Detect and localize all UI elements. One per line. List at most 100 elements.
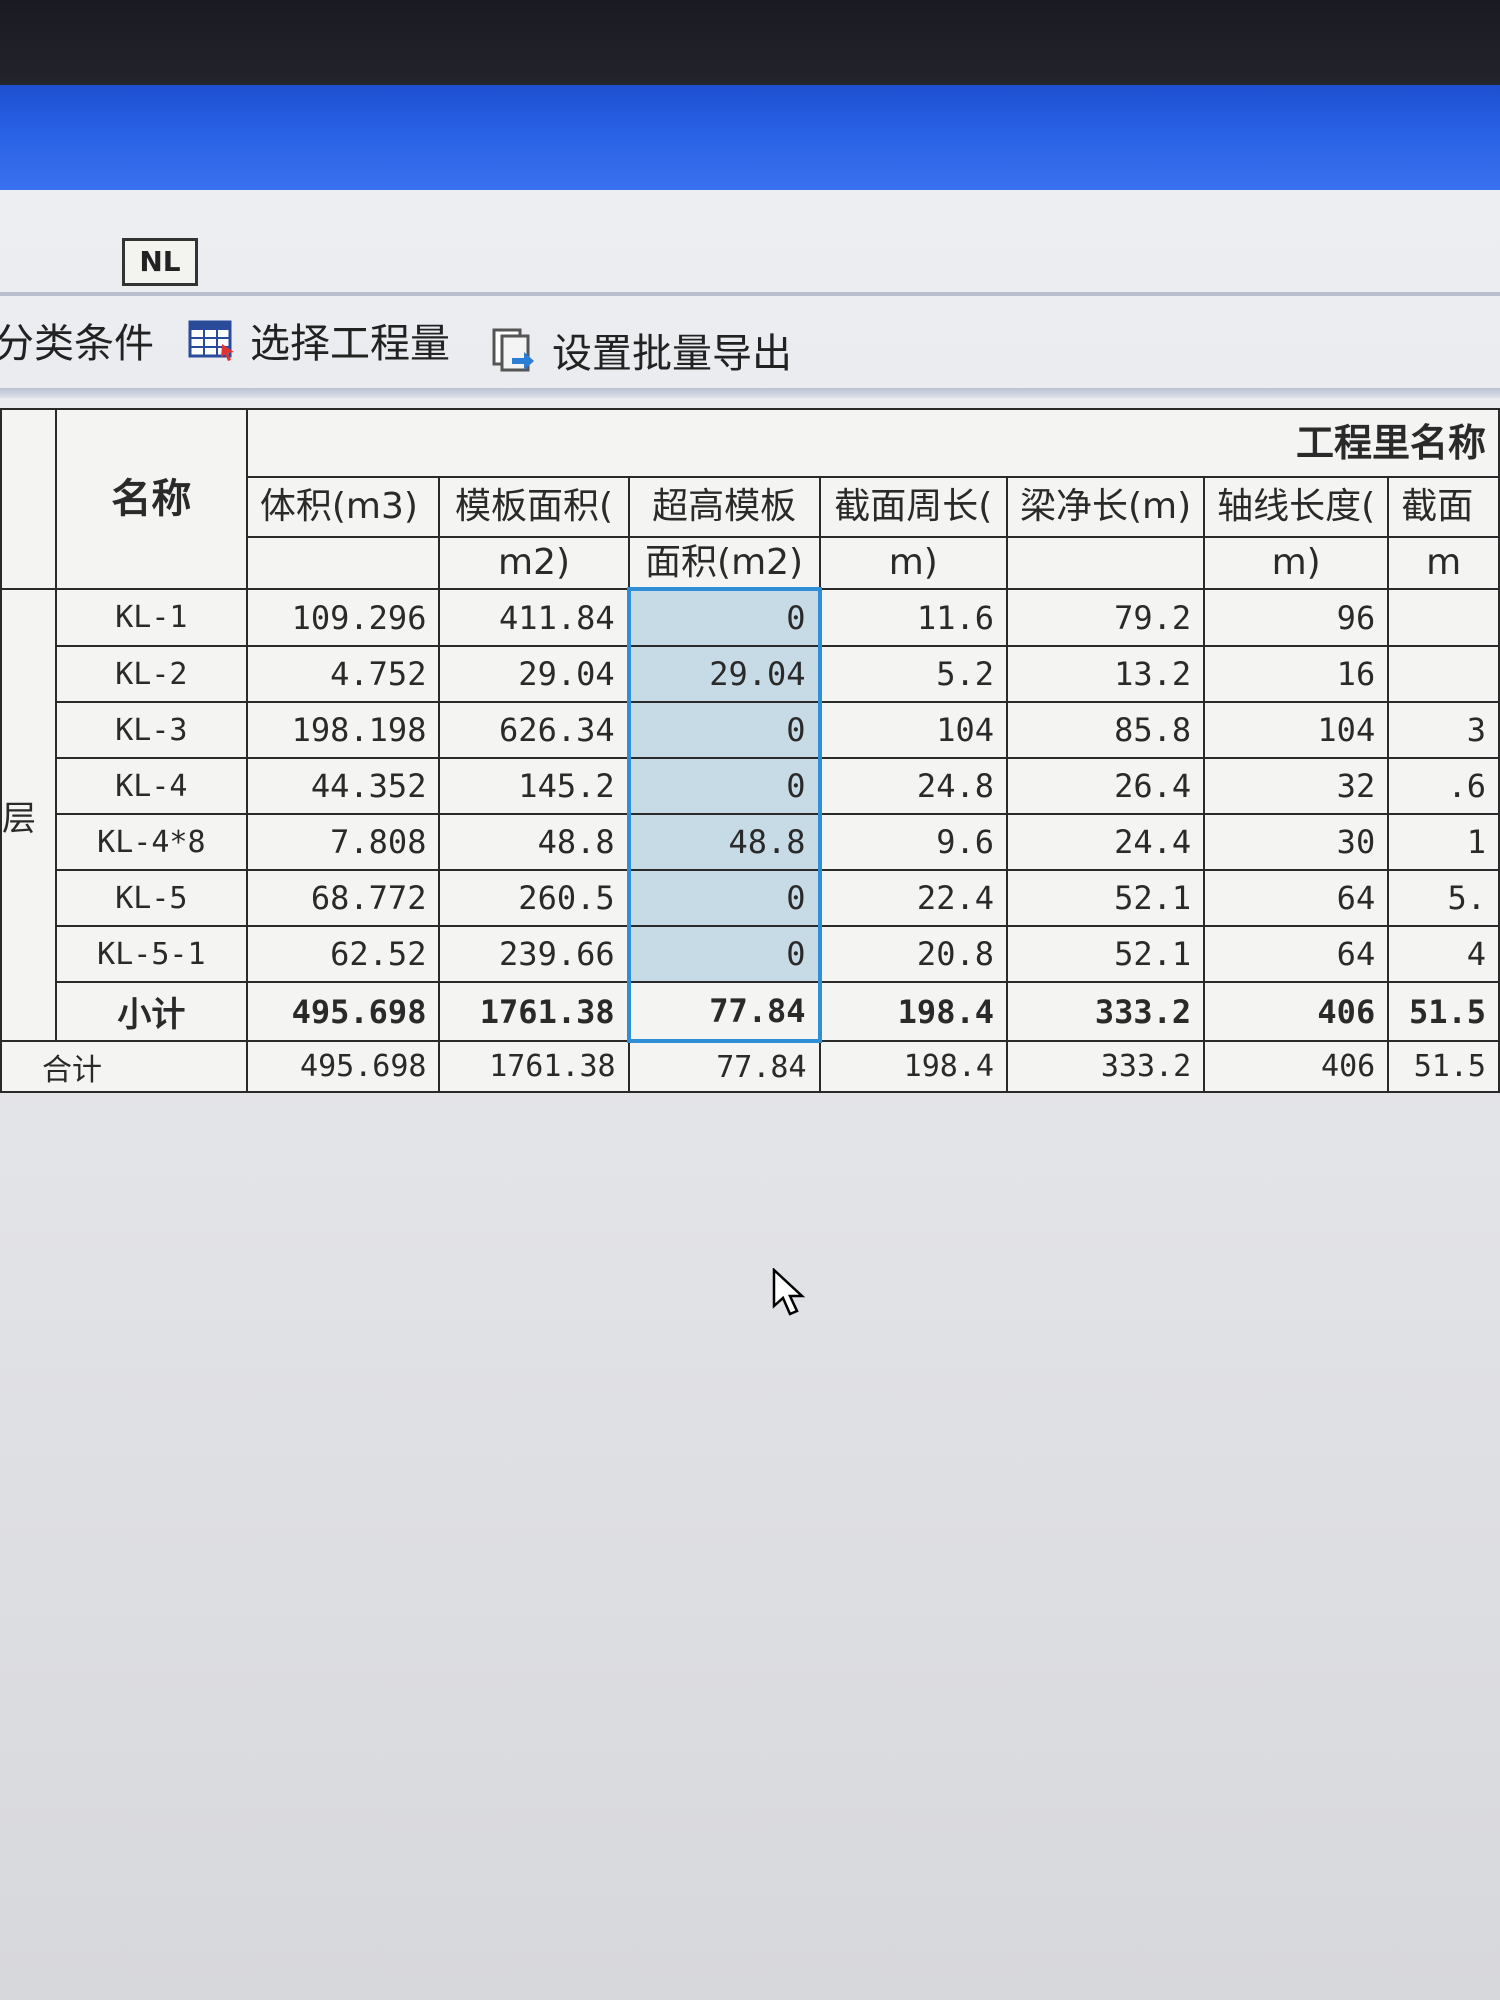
cell-axis-length[interactable]: 30 xyxy=(1203,813,1390,871)
subtotal-row[interactable]: 小计 495.698 1761.38 77.84 198.4 333.2 406… xyxy=(1,981,1500,1043)
cell-beam-net-length[interactable]: 26.4 xyxy=(1005,757,1206,815)
cell-axis-length[interactable]: 32 xyxy=(1203,757,1390,815)
cell-section[interactable]: 4 xyxy=(1387,925,1500,983)
cell-formwork-area[interactable]: 29.04 xyxy=(438,645,630,703)
table-row[interactable]: KL-4*8 7.808 48.8 48.8 9.6 24.4 30 1 xyxy=(1,813,1500,871)
cell-formwork-area[interactable]: 626.34 xyxy=(438,701,630,759)
cell-section[interactable]: 5. xyxy=(1387,869,1500,927)
total-section[interactable]: 51.5 xyxy=(1387,1040,1500,1093)
row-name[interactable]: KL-1 xyxy=(54,588,248,647)
cell-section[interactable]: 3 xyxy=(1387,701,1500,759)
cell-formwork-area[interactable]: 411.84 xyxy=(438,588,630,647)
cell-axis-length[interactable]: 96 xyxy=(1203,588,1390,647)
cell-beam-net-length[interactable]: 79.2 xyxy=(1005,588,1206,647)
window-title-bar[interactable] xyxy=(0,85,1500,195)
subtotal-beam-net-length[interactable]: 333.2 xyxy=(1005,981,1206,1042)
subtotal-formwork-area[interactable]: 1761.38 xyxy=(438,981,630,1042)
cell-beam-net-length[interactable]: 13.2 xyxy=(1005,645,1206,703)
cell-section-perimeter[interactable]: 104 xyxy=(818,701,1008,759)
total-formwork-area[interactable]: 1761.38 xyxy=(438,1040,630,1093)
col-header-axis-length[interactable]: 轴线长度( xyxy=(1203,476,1390,538)
table-row[interactable]: KL-2 4.752 29.04 29.04 5.2 13.2 16 xyxy=(1,645,1500,703)
cell-high-formwork-area[interactable]: 0 xyxy=(626,587,822,647)
col-header-high-formwork-area[interactable]: 超高模板 xyxy=(627,476,821,538)
table-row[interactable]: 层 KL-1 109.296 411.84 0 11.6 79.2 96 xyxy=(0,587,1500,1042)
table-row[interactable]: KL-5-1 62.52 239.66 0 20.8 52.1 64 4 xyxy=(1,925,1500,983)
subtotal-axis-length[interactable]: 406 xyxy=(1203,981,1390,1042)
screen: NL 分类条件 选择工程量 设置批量导出 名称 工程里名称 体积(m3) 模板面… xyxy=(0,0,1500,2000)
total-row[interactable]: 合计 495.698 1761.38 77.84 198.4 333.2 406… xyxy=(0,1040,1500,1093)
nl-badge[interactable]: NL xyxy=(122,238,198,286)
cell-section[interactable]: 1 xyxy=(1387,813,1500,871)
quantity-table: 名称 工程里名称 体积(m3) 模板面积( 超高模板 截面周长( 梁净长(m) … xyxy=(0,408,1500,1093)
classify-conditions-button[interactable]: 分类条件 xyxy=(0,312,154,368)
cell-volume[interactable]: 7.808 xyxy=(245,813,441,871)
name-header[interactable]: 名称 xyxy=(54,408,248,590)
quantity-name-group-header: 工程里名称 xyxy=(245,408,1500,478)
col-header-volume-line2 xyxy=(245,536,441,590)
cell-volume[interactable]: 62.52 xyxy=(245,925,441,983)
cell-section-perimeter[interactable]: 5.2 xyxy=(818,645,1008,703)
cell-high-formwork-area[interactable]: 0 xyxy=(626,869,822,927)
row-name[interactable]: KL-4 xyxy=(54,757,248,815)
subtotal-section-perimeter[interactable]: 198.4 xyxy=(818,981,1008,1042)
toolbar: 分类条件 选择工程量 设置批量导出 xyxy=(0,308,1500,377)
cell-high-formwork-area[interactable]: 0 xyxy=(626,701,822,759)
total-high-formwork-area[interactable]: 77.84 xyxy=(627,1040,821,1093)
subtotal-section[interactable]: 51.5 xyxy=(1387,981,1500,1042)
cell-high-formwork-area[interactable]: 48.8 xyxy=(626,813,822,871)
cell-section[interactable] xyxy=(1387,588,1500,647)
cell-beam-net-length[interactable]: 85.8 xyxy=(1005,701,1206,759)
cell-section[interactable] xyxy=(1387,645,1500,703)
row-name[interactable]: KL-5-1 xyxy=(54,925,248,983)
col-header-volume[interactable]: 体积(m3) xyxy=(245,476,441,538)
cell-volume[interactable]: 68.772 xyxy=(245,869,441,927)
cell-volume[interactable]: 4.752 xyxy=(245,645,441,703)
cell-high-formwork-area[interactable]: 29.04 xyxy=(626,645,822,703)
col-header-section-line2: m xyxy=(1387,536,1500,590)
table-row[interactable]: KL-4 44.352 145.2 0 24.8 26.4 32 .6 xyxy=(1,757,1500,815)
table-row[interactable]: KL-3 198.198 626.34 0 104 85.8 104 3 xyxy=(1,701,1500,759)
row-name[interactable]: KL-3 xyxy=(54,701,248,759)
subtotal-high-formwork-area[interactable]: 77.84 xyxy=(626,981,822,1043)
cell-volume[interactable]: 44.352 xyxy=(245,757,441,815)
cell-formwork-area[interactable]: 239.66 xyxy=(438,925,630,983)
col-header-beam-net-length[interactable]: 梁净长(m) xyxy=(1005,476,1206,538)
total-section-perimeter[interactable]: 198.4 xyxy=(818,1040,1008,1093)
cell-formwork-area[interactable]: 48.8 xyxy=(438,813,630,871)
subtotal-label: 小计 xyxy=(54,981,248,1042)
total-volume[interactable]: 495.698 xyxy=(245,1040,441,1093)
col-header-formwork-area[interactable]: 模板面积( xyxy=(438,476,630,538)
table-row[interactable]: KL-5 68.772 260.5 0 22.4 52.1 64 5. xyxy=(1,869,1500,927)
cell-volume[interactable]: 109.296 xyxy=(245,588,441,647)
cell-beam-net-length[interactable]: 24.4 xyxy=(1005,813,1206,871)
total-axis-length[interactable]: 406 xyxy=(1203,1040,1390,1093)
batch-export-button[interactable]: 设置批量导出 xyxy=(490,322,792,378)
cell-beam-net-length[interactable]: 52.1 xyxy=(1005,925,1206,983)
cell-high-formwork-area[interactable]: 0 xyxy=(626,757,822,815)
row-name[interactable]: KL-5 xyxy=(54,869,248,927)
cell-axis-length[interactable]: 16 xyxy=(1203,645,1390,703)
cell-high-formwork-area[interactable]: 0 xyxy=(626,925,822,983)
row-name[interactable]: KL-4*8 xyxy=(54,813,248,871)
cell-section[interactable]: .6 xyxy=(1387,757,1500,815)
mouse-cursor-icon xyxy=(772,1268,806,1316)
cell-section-perimeter[interactable]: 20.8 xyxy=(818,925,1008,983)
subtotal-volume[interactable]: 495.698 xyxy=(245,981,441,1042)
cell-section-perimeter[interactable]: 9.6 xyxy=(818,813,1008,871)
cell-formwork-area[interactable]: 260.5 xyxy=(438,869,630,927)
col-header-section-perimeter[interactable]: 截面周长( xyxy=(818,476,1008,538)
col-header-section[interactable]: 截面 xyxy=(1387,476,1500,538)
cell-formwork-area[interactable]: 145.2 xyxy=(438,757,630,815)
cell-section-perimeter[interactable]: 11.6 xyxy=(818,588,1008,647)
cell-beam-net-length[interactable]: 52.1 xyxy=(1005,869,1206,927)
select-quantity-button[interactable]: 选择工程量 xyxy=(188,312,450,368)
total-beam-net-length[interactable]: 333.2 xyxy=(1005,1040,1206,1093)
cell-axis-length[interactable]: 64 xyxy=(1203,925,1390,983)
row-name[interactable]: KL-2 xyxy=(54,645,248,703)
cell-axis-length[interactable]: 64 xyxy=(1203,869,1390,927)
cell-volume[interactable]: 198.198 xyxy=(245,701,441,759)
cell-axis-length[interactable]: 104 xyxy=(1203,701,1390,759)
cell-section-perimeter[interactable]: 24.8 xyxy=(818,757,1008,815)
cell-section-perimeter[interactable]: 22.4 xyxy=(818,869,1008,927)
